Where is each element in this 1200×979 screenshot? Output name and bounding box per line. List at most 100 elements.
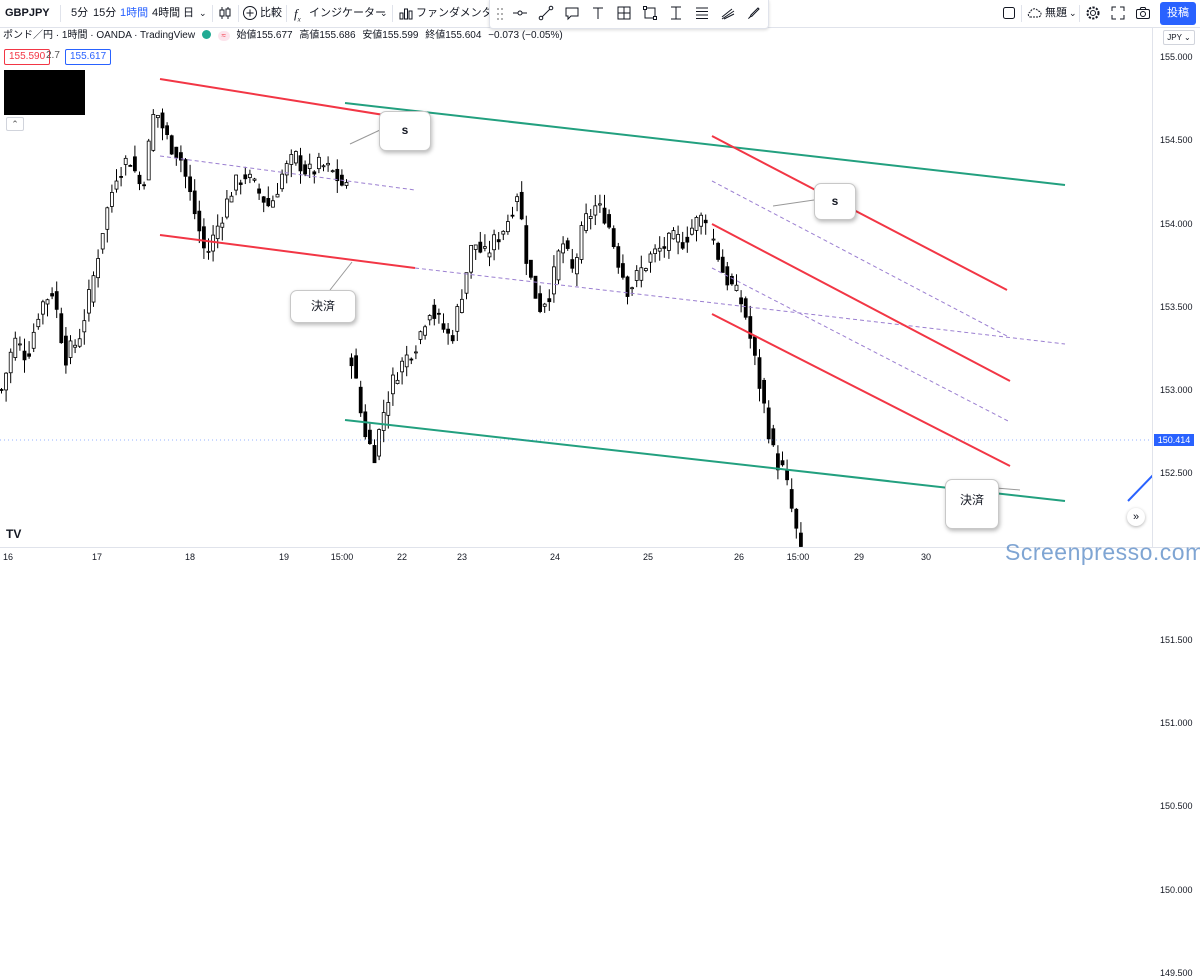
symbol-label[interactable]: GBPJPY	[5, 0, 50, 27]
indicators-button[interactable]: インジケーター	[309, 0, 386, 27]
price-chart[interactable]	[0, 0, 1200, 575]
candle-body	[510, 214, 515, 217]
candle-body	[766, 407, 771, 440]
legend-title[interactable]: ポンド／円 · 1時間 · OANDA · TradingView	[3, 30, 195, 41]
candle-body	[96, 258, 100, 279]
horizontal-ray-icon[interactable]	[512, 5, 528, 21]
candle-body	[349, 357, 354, 367]
chevron-up-icon[interactable]: ⌃	[6, 117, 24, 131]
candle-body	[307, 163, 312, 169]
callout-pointer	[772, 199, 815, 207]
current-price-label: 150.414	[1154, 434, 1194, 446]
watermark: Screenpresso.com	[1005, 539, 1200, 565]
candle-body	[82, 320, 87, 333]
rectangle-icon[interactable]	[642, 5, 658, 21]
chevron-down-icon[interactable]: ⌄	[380, 0, 388, 27]
candle-body	[59, 313, 64, 344]
price-tick: 149.500	[1160, 967, 1193, 978]
candle-body	[247, 173, 252, 178]
compare-button[interactable]: 比較	[260, 0, 282, 27]
time-tick: 24	[549, 552, 561, 562]
candle-body	[395, 379, 400, 384]
candle-body	[413, 351, 418, 354]
callout-close-2[interactable]: 決済	[945, 479, 999, 529]
candle-body	[588, 216, 593, 219]
interval-1d[interactable]: 日	[183, 0, 194, 27]
callout-close-1[interactable]: 決済	[290, 290, 356, 323]
callout-icon[interactable]	[564, 5, 580, 21]
candle-body	[644, 268, 648, 271]
candle-body	[354, 355, 359, 379]
candle-body	[785, 469, 789, 481]
symbol-legend: ポンド／円 · 1時間 · OANDA · TradingView ≈ 始値15…	[3, 29, 567, 43]
currency-selector[interactable]: JPY ⌄	[1163, 30, 1195, 45]
interval-1h[interactable]: 1時間	[120, 0, 148, 27]
callout-sell-1[interactable]: s	[379, 111, 431, 151]
trend-line-icon[interactable]	[538, 5, 554, 21]
candle-body	[743, 298, 748, 318]
candle-body	[229, 195, 234, 203]
candle-body	[243, 174, 248, 180]
candle-body	[621, 263, 625, 278]
text-icon[interactable]	[590, 5, 606, 21]
equals-icon: ≈	[217, 31, 230, 41]
candle-body	[183, 159, 188, 177]
candlestick-icon[interactable]	[217, 5, 233, 21]
dashed-midline-2	[711, 180, 1008, 337]
candle-body	[377, 429, 382, 457]
candle-body	[400, 360, 405, 373]
candle-body	[711, 238, 716, 241]
bar-chart-icon[interactable]	[398, 5, 414, 21]
interval-15m[interactable]: 15分	[93, 0, 116, 27]
plus-circle-icon[interactable]	[242, 5, 258, 21]
fib-icon[interactable]	[694, 5, 710, 21]
callout-pointer	[349, 129, 381, 145]
candle-body	[501, 230, 506, 235]
candle-body	[87, 289, 91, 314]
brush-icon[interactable]	[746, 5, 762, 21]
candle-body	[303, 164, 308, 175]
bid-price[interactable]: 155.590	[4, 49, 51, 65]
candle-body	[547, 298, 552, 303]
interval-5m[interactable]: 5分	[71, 0, 88, 27]
fullscreen-icon[interactable]	[1110, 5, 1126, 21]
chevron-down-icon[interactable]: ⌄	[199, 0, 207, 27]
candle-body	[671, 230, 676, 240]
candle-body	[607, 214, 611, 228]
candle-body	[224, 198, 229, 218]
drag-handle-icon[interactable]	[496, 7, 504, 21]
square-icon[interactable]	[1001, 5, 1017, 21]
price-tick: 154.500	[1160, 135, 1193, 146]
camera-icon[interactable]	[1135, 5, 1151, 21]
layout-name[interactable]: 無題	[1045, 0, 1067, 27]
candle-body	[367, 429, 372, 445]
ask-price[interactable]: 155.617	[65, 49, 112, 65]
legend-change: −0.073 (−0.05%)	[488, 30, 563, 41]
candle-body	[201, 226, 206, 249]
scroll-to-realtime-icon[interactable]: »	[1127, 508, 1145, 526]
time-tick: 17	[91, 552, 103, 562]
post-button[interactable]: 投稿	[1160, 2, 1196, 25]
cloud-icon[interactable]	[1026, 5, 1042, 21]
gear-icon[interactable]	[1085, 5, 1101, 21]
callout-sell-2[interactable]: s	[814, 183, 856, 220]
candle-body	[386, 402, 391, 416]
candle-body	[482, 246, 487, 249]
grid-icon[interactable]	[616, 5, 632, 21]
candle-body	[289, 154, 294, 165]
function-icon[interactable]: fx	[294, 0, 301, 27]
pitchfork-icon[interactable]	[720, 5, 736, 21]
interval-4h[interactable]: 4時間	[152, 0, 180, 27]
candle-body	[257, 188, 262, 194]
candle-body	[552, 266, 556, 295]
dashed-midline-extension	[414, 267, 1066, 345]
price-range-icon[interactable]	[668, 5, 684, 21]
candle-body	[73, 344, 77, 348]
time-tick: 23	[456, 552, 468, 562]
chevron-down-icon[interactable]: ⌄	[1069, 0, 1077, 27]
candle-body	[753, 336, 757, 356]
candle-body	[436, 312, 441, 315]
drawing-toolbar	[489, 0, 769, 29]
candle-body	[464, 272, 469, 294]
candle-body	[630, 287, 634, 290]
